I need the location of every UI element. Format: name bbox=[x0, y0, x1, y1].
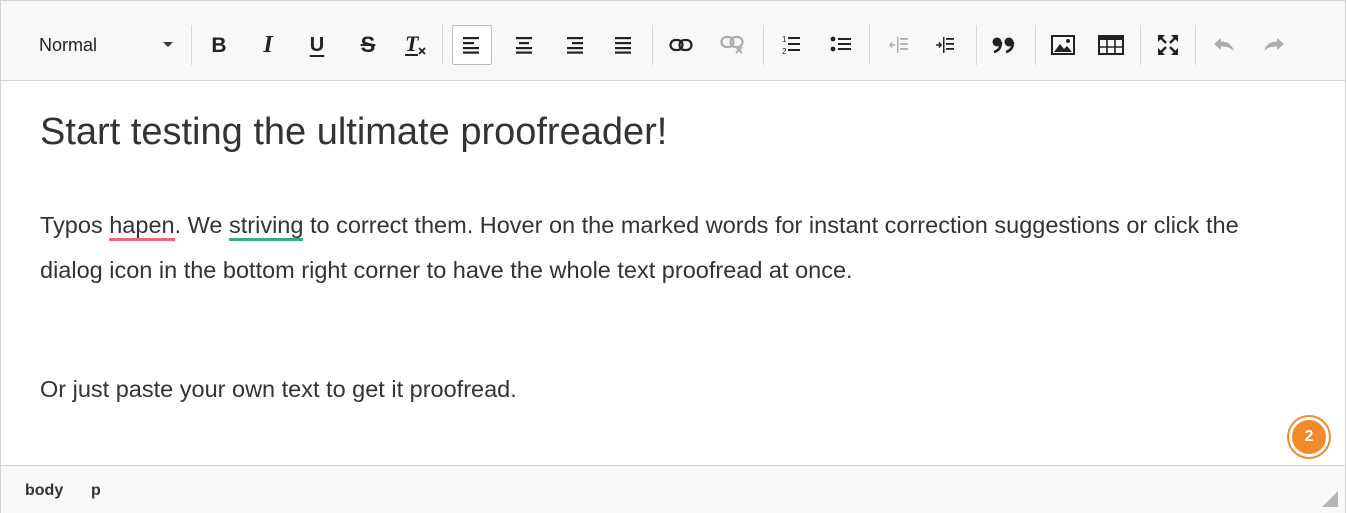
svg-text:T: T bbox=[405, 32, 420, 56]
strikethrough-icon: S bbox=[360, 32, 376, 57]
svg-text:1: 1 bbox=[782, 35, 787, 44]
indent-icon bbox=[936, 37, 954, 53]
resize-handle-icon[interactable] bbox=[1322, 491, 1338, 507]
insert-link-button[interactable] bbox=[663, 27, 699, 63]
align-right-icon bbox=[567, 37, 583, 54]
underline-button[interactable]: U bbox=[299, 27, 335, 63]
remove-link-button[interactable] bbox=[715, 27, 751, 63]
toolbar-separator bbox=[976, 25, 977, 65]
path-item-p[interactable]: p bbox=[91, 482, 101, 500]
numbered-list-button[interactable]: 1 2 bbox=[773, 27, 809, 63]
toolbar-separator bbox=[869, 25, 870, 65]
proofreader-issues-badge[interactable]: 2 bbox=[1289, 417, 1329, 457]
indent-button[interactable] bbox=[927, 27, 963, 63]
text-run: . We bbox=[174, 212, 230, 238]
underline-icon: U bbox=[309, 34, 325, 56]
align-left-button[interactable] bbox=[452, 25, 492, 65]
italic-button[interactable]: I bbox=[250, 27, 286, 63]
quote-icon bbox=[992, 37, 1015, 54]
bullet-list-button[interactable] bbox=[823, 27, 859, 63]
insert-image-button[interactable] bbox=[1045, 27, 1081, 63]
align-justify-icon bbox=[615, 37, 631, 54]
toolbar-separator bbox=[763, 25, 764, 65]
paragraph-1: Typos hapen. We striving to correct them… bbox=[40, 203, 1300, 293]
align-left-icon bbox=[463, 37, 479, 54]
chevron-down-icon bbox=[163, 42, 173, 47]
outdent-button[interactable] bbox=[881, 27, 917, 63]
justify-button[interactable] bbox=[605, 27, 641, 63]
align-right-button[interactable] bbox=[556, 27, 592, 63]
element-path-bar: body p bbox=[1, 465, 1345, 513]
svg-text:2: 2 bbox=[782, 47, 787, 56]
unlink-icon bbox=[720, 35, 744, 54]
paragraph-format-dropdown[interactable]: Normal bbox=[25, 27, 183, 63]
link-icon bbox=[669, 38, 693, 52]
toolbar-separator bbox=[191, 25, 192, 65]
insert-table-button[interactable] bbox=[1093, 27, 1129, 63]
blockquote-button[interactable] bbox=[986, 27, 1022, 63]
strikethrough-button[interactable]: S bbox=[350, 27, 386, 63]
outdent-icon bbox=[889, 37, 908, 53]
editor-toolbar: Normal B I U S T 1 2 bbox=[1, 1, 1345, 81]
bold-button[interactable]: B bbox=[201, 27, 237, 63]
align-center-icon bbox=[516, 37, 532, 54]
italic-icon: I bbox=[263, 32, 273, 58]
toolbar-separator bbox=[442, 25, 443, 65]
bold-icon: B bbox=[211, 33, 227, 57]
undo-icon bbox=[1214, 38, 1234, 51]
format-select-value: Normal bbox=[39, 34, 98, 55]
remove-format-icon: T bbox=[405, 32, 426, 56]
document-heading: Start testing the ultimate proofreader! bbox=[40, 111, 668, 153]
numbered-list-icon: 1 2 bbox=[782, 35, 800, 56]
paragraph-2: Or just paste your own text to get it pr… bbox=[40, 376, 517, 402]
rich-text-editor: Normal B I U S T 1 2 Start testing the u… bbox=[0, 0, 1346, 513]
toolbar-separator bbox=[652, 25, 653, 65]
editor-content-area[interactable]: Start testing the ultimate proofreader! … bbox=[1, 81, 1345, 465]
toolbar-separator bbox=[1035, 25, 1036, 65]
undo-button[interactable] bbox=[1206, 27, 1242, 63]
grammar-error-word[interactable]: striving bbox=[229, 212, 304, 241]
redo-button[interactable] bbox=[1256, 27, 1292, 63]
spelling-error-word[interactable]: hapen bbox=[109, 212, 175, 241]
image-icon bbox=[1051, 35, 1075, 55]
toolbar-separator bbox=[1140, 25, 1141, 65]
fullscreen-button[interactable] bbox=[1150, 27, 1186, 63]
redo-icon bbox=[1264, 38, 1284, 51]
bullet-list-icon bbox=[830, 36, 851, 52]
path-item-body[interactable]: body bbox=[25, 482, 63, 500]
toolbar-separator bbox=[1195, 25, 1196, 65]
remove-format-button[interactable]: T bbox=[397, 27, 433, 63]
table-icon bbox=[1098, 35, 1124, 55]
align-center-button[interactable] bbox=[506, 27, 542, 63]
text-run: Typos bbox=[40, 212, 110, 238]
fullscreen-icon bbox=[1158, 35, 1178, 55]
